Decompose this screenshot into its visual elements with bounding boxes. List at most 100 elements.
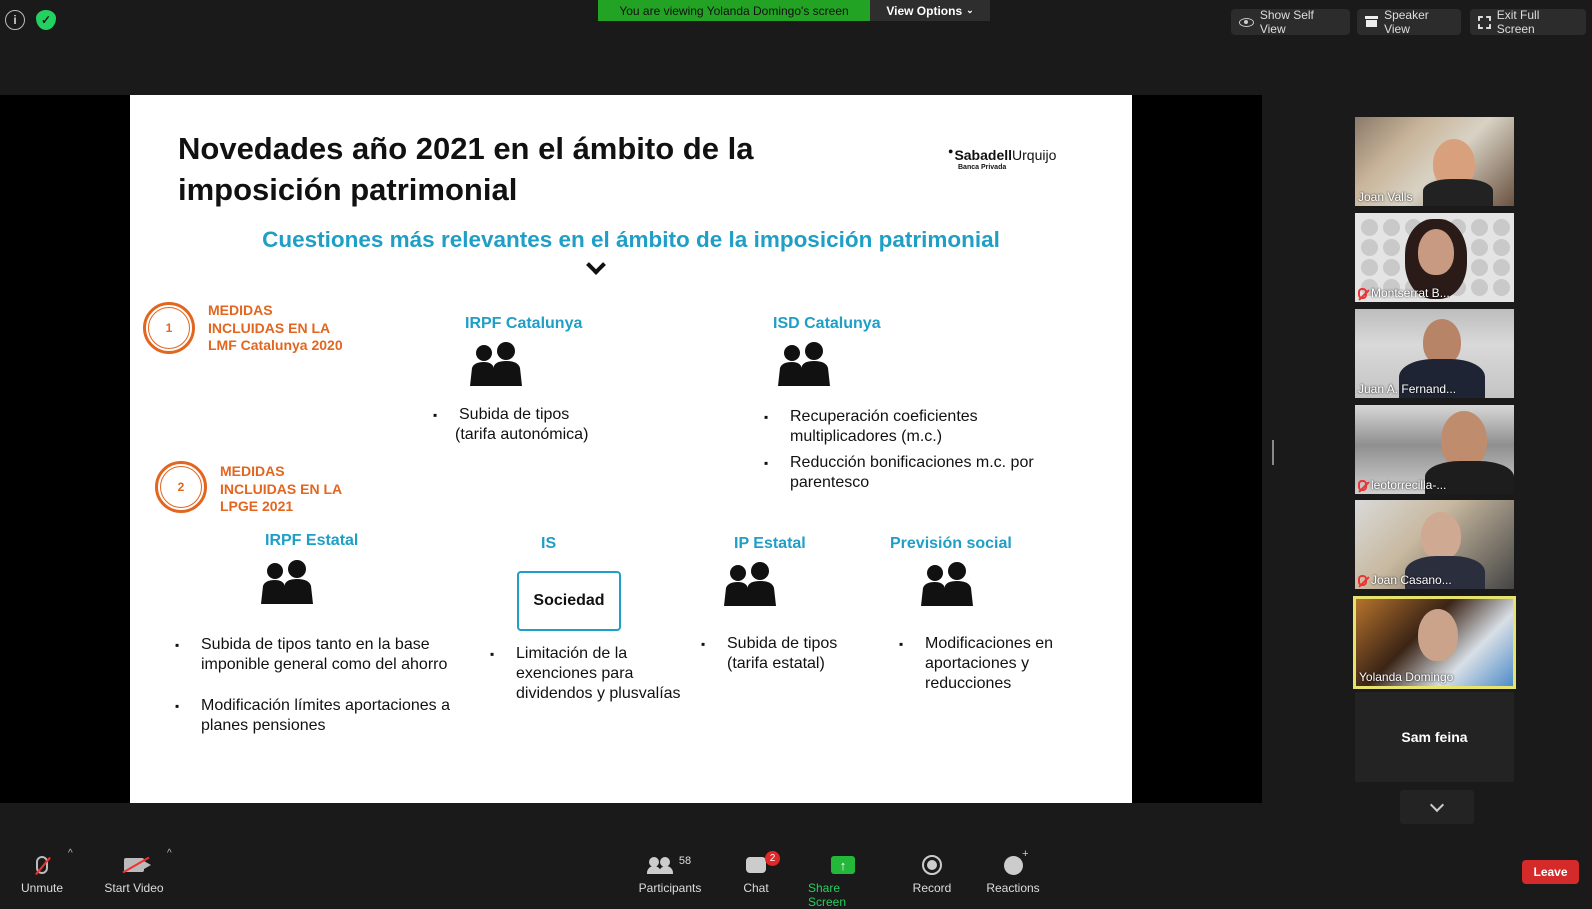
audio-options-caret-icon[interactable]: ^: [68, 848, 73, 859]
shared-screen-area: Novedades año 2021 en el ámbito de la im…: [0, 95, 1262, 803]
bullet-text: aportaciones y: [925, 655, 1030, 672]
video-tile[interactable]: Juan A. Fernand...: [1355, 309, 1514, 398]
participant-name: Joan Casano...: [1371, 573, 1452, 587]
participant-name: Juan A. Fernand...: [1358, 382, 1457, 396]
irpf-estatal-bullets: Subida de tipos tanto en la base imponibl…: [175, 635, 475, 742]
reactions-emoji-icon: [1003, 848, 1029, 875]
list-item: Modificación límites aportaciones a plane…: [175, 696, 475, 736]
muted-mic-icon: [1358, 287, 1367, 299]
participant-video-face: [1418, 609, 1458, 661]
medidas1-line1: MEDIDAS: [208, 302, 273, 318]
unmute-button[interactable]: Unmute: [18, 852, 66, 895]
meeting-toolbar: Unmute ^ Start Video ^ 58 Participants 2…: [0, 840, 1592, 909]
video-options-caret-icon[interactable]: ^: [167, 848, 172, 859]
scroll-participants-down-button[interactable]: [1400, 790, 1474, 824]
share-screen-icon: ↑: [831, 856, 855, 874]
participant-name-row: Joan Casano...: [1358, 573, 1452, 587]
bullet-text: Subida de tipos: [459, 406, 570, 423]
participant-name: Joan Valls: [1358, 190, 1413, 204]
viewing-banner: You are viewing Yolanda Domingo's screen: [598, 0, 870, 21]
speaker-view-button[interactable]: Speaker View: [1357, 8, 1461, 36]
muted-mic-icon: [1358, 479, 1367, 491]
list-item: Subida de tipos (tarifa estatal): [701, 634, 861, 674]
bullet-text: (tarifa autonómica): [455, 426, 589, 443]
bullet-text: Reducción bonificaciones m.c. por: [790, 454, 1034, 471]
medidas1-line2: INCLUIDAS EN LA: [208, 319, 331, 336]
logo-bold-text: Sabadell: [954, 147, 1013, 163]
video-off-icon: [124, 858, 151, 872]
speaker-view-icon: [1365, 16, 1379, 28]
slide-subtitle: Cuestiones más relevantes en el ámbito d…: [262, 227, 1000, 252]
logo-mark-icon: ●: [948, 146, 954, 156]
number-badge-2-label: 2: [177, 480, 185, 494]
panel-resize-handle[interactable]: [1272, 440, 1274, 465]
people-icon: [724, 562, 776, 606]
chevron-down-icon: [586, 255, 606, 275]
bullet-text: Modificaciones en: [925, 635, 1054, 652]
chat-button[interactable]: 2 Chat: [740, 851, 780, 895]
muted-mic-icon: [1358, 574, 1367, 586]
reactions-label: Reactions: [986, 881, 1040, 895]
people-icon: [921, 562, 973, 606]
logo-text: Urquijo: [1012, 147, 1057, 163]
start-video-label: Start Video: [104, 881, 164, 895]
bullet-text: Recuperación coeficientes: [790, 408, 978, 425]
muted-mic-icon: [36, 856, 48, 874]
sabadell-urquijo-logo: ● Sabadell Urquijo Banca Privada: [948, 146, 1098, 171]
participant-video-body: [1423, 179, 1493, 206]
record-button[interactable]: Record: [912, 852, 952, 895]
leave-button[interactable]: Leave: [1522, 860, 1579, 884]
chevron-down-icon: [1429, 797, 1445, 813]
exit-full-screen-label: Exit Full Screen: [1496, 8, 1540, 36]
medidas1-line3: LMF Catalunya 2020: [208, 337, 343, 353]
info-icon[interactable]: i: [5, 10, 25, 30]
view-options-label: View Options: [886, 3, 963, 18]
participants-count: 58: [678, 855, 692, 867]
show-self-view-button[interactable]: Show Self View: [1231, 8, 1350, 36]
bullet-text: (tarifa estatal): [727, 655, 825, 672]
number-badge-2: 2: [155, 461, 207, 513]
bullet-text: parentesco: [790, 474, 870, 491]
sociedad-box: Sociedad: [517, 571, 621, 631]
share-screen-button[interactable]: ↑ Share Screen: [808, 852, 878, 909]
bullet-text: Modificación límites aportaciones a: [201, 697, 451, 714]
participant-name: Montserrat B...: [1371, 286, 1450, 300]
is-bullets: Limitación de la exenciones para dividendo…: [490, 644, 700, 710]
bullet-text: exenciones para: [516, 665, 634, 682]
record-icon: [922, 855, 942, 875]
participants-button[interactable]: 58 Participants: [638, 852, 702, 895]
video-tile[interactable]: Joan Valls: [1355, 117, 1514, 206]
is-title: IS: [541, 535, 557, 552]
irpf-estatal-title: IRPF Estatal: [265, 532, 359, 549]
bullet-text: reducciones: [925, 675, 1012, 692]
exit-full-screen-icon: [1478, 15, 1491, 29]
reactions-button[interactable]: Reactions: [986, 848, 1040, 896]
view-options-button[interactable]: View Options ⌄: [870, 0, 990, 21]
chat-label: Chat: [743, 881, 769, 895]
active-speaker-tile[interactable]: Yolanda Domingo: [1353, 596, 1516, 689]
bullet-text: imponible general como del ahorro: [201, 656, 448, 673]
eye-icon: [1239, 17, 1254, 27]
medidas2-line1: MEDIDAS: [220, 463, 285, 479]
video-tile[interactable]: leotorrecilla-...: [1355, 405, 1514, 494]
list-item: Reducción bonificaciones m.c. por parente…: [764, 453, 1064, 493]
video-tile[interactable]: Montserrat B...: [1355, 213, 1514, 302]
chevron-down-icon: ⌄: [966, 5, 974, 15]
isd-catalunya-title: ISD Catalunya: [773, 315, 881, 332]
ip-estatal-bullets: Subida de tipos (tarifa estatal): [701, 634, 861, 680]
no-video-tile[interactable]: Sam feina: [1355, 692, 1514, 782]
start-video-button[interactable]: Start Video: [103, 852, 165, 895]
show-self-view-label: Show Self View: [1259, 8, 1314, 36]
medidas2-line2: INCLUIDAS EN LA: [220, 480, 343, 497]
participants-icon: [646, 857, 673, 874]
prevision-social-title: Previsión social: [890, 535, 1012, 552]
speaker-view-label: Speaker View: [1384, 8, 1429, 36]
unmute-label: Unmute: [20, 881, 64, 895]
exit-full-screen-button[interactable]: Exit Full Screen: [1470, 8, 1586, 36]
medidas-group-2-label: MEDIDAS INCLUIDAS EN LA LPGE 2021: [220, 463, 390, 516]
video-tile[interactable]: Joan Casano...: [1355, 500, 1514, 589]
logo-subtitle: Banca Privada: [958, 164, 1007, 171]
presentation-slide: Novedades año 2021 en el ámbito de la im…: [130, 95, 1132, 803]
chat-unread-badge: 2: [765, 851, 780, 866]
encryption-shield-icon[interactable]: [36, 10, 56, 30]
